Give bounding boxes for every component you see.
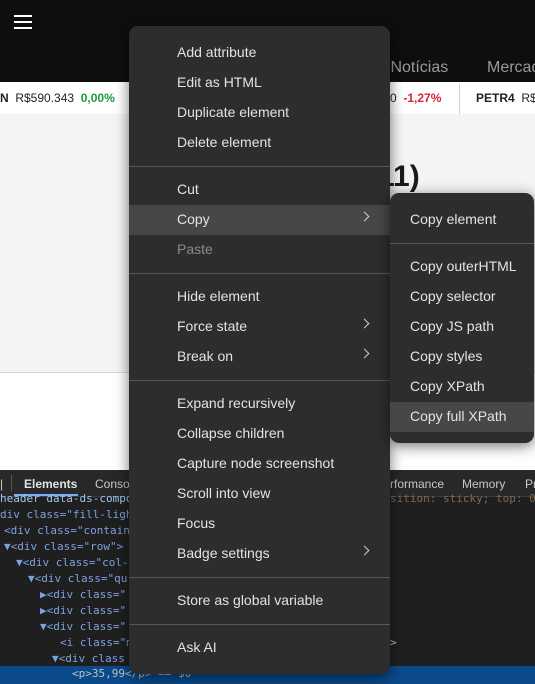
- menu-item-badge-settings[interactable]: Badge settings: [129, 539, 390, 569]
- ticker-item[interactable]: 0 -1,27%: [390, 91, 441, 105]
- menu-item-ask-ai[interactable]: Ask AI: [129, 633, 390, 663]
- menu-separator: [129, 624, 390, 625]
- menu-separator: [129, 577, 390, 578]
- dom-line[interactable]: div class="fill-ligh: [0, 508, 132, 521]
- dom-fragment: >: [390, 636, 397, 649]
- menu-item-store-as-global-variable[interactable]: Store as global variable: [129, 586, 390, 616]
- menu-item-duplicate-element[interactable]: Duplicate element: [129, 98, 390, 128]
- dom-line[interactable]: ▼<div class="col-: [16, 556, 129, 569]
- tab-more[interactable]: Pr: [525, 477, 535, 491]
- menu-item-force-state[interactable]: Force state: [129, 312, 390, 342]
- menu-item-delete-element[interactable]: Delete element: [129, 128, 390, 158]
- menu-item-cut[interactable]: Cut: [129, 175, 390, 205]
- tab-memory[interactable]: Memory: [462, 477, 505, 491]
- tab-partial[interactable]: |: [0, 477, 3, 491]
- submenu-item-copy-element[interactable]: Copy element: [390, 205, 534, 235]
- chevron-right-icon: [359, 348, 370, 359]
- submenu-item-copy-styles[interactable]: Copy styles: [390, 342, 534, 372]
- ticker-item[interactable]: N R$590.343 0,00%: [0, 91, 115, 105]
- menu-item-edit-as-html[interactable]: Edit as HTML: [129, 68, 390, 98]
- copy-submenu: Copy element Copy outerHTML Copy selecto…: [390, 193, 534, 443]
- menu-separator: [129, 273, 390, 274]
- hamburger-menu-icon[interactable]: [14, 15, 32, 29]
- dom-line[interactable]: ▼<div class="qu: [28, 572, 127, 585]
- dom-line[interactable]: ▶<div class=": [40, 604, 126, 617]
- tab-performance[interactable]: rformance: [390, 477, 444, 491]
- styles-fragment: sition: sticky; top: 0p: [390, 492, 535, 505]
- chevron-right-icon: [359, 545, 370, 556]
- menu-item-break-on[interactable]: Break on: [129, 342, 390, 372]
- submenu-item-copy-outerhtml[interactable]: Copy outerHTML: [390, 252, 534, 282]
- context-menu: Add attribute Edit as HTML Duplicate ele…: [129, 26, 390, 674]
- nav-link-mercado[interactable]: Mercad: [487, 59, 535, 77]
- menu-item-hide-element[interactable]: Hide element: [129, 282, 390, 312]
- menu-separator: [129, 166, 390, 167]
- tab-elements[interactable]: Elements: [24, 477, 77, 491]
- menu-item-collapse-children[interactable]: Collapse children: [129, 419, 390, 449]
- menu-item-copy[interactable]: Copy: [129, 205, 390, 235]
- menu-item-expand-recursively[interactable]: Expand recursively: [129, 389, 390, 419]
- tab-separator: [11, 475, 12, 491]
- menu-item-capture-node-screenshot[interactable]: Capture node screenshot: [129, 449, 390, 479]
- dom-line[interactable]: <i class="m: [60, 636, 133, 649]
- dom-line[interactable]: ▼<div class=": [40, 620, 126, 633]
- submenu-item-copy-selector[interactable]: Copy selector: [390, 282, 534, 312]
- ticker-item[interactable]: PETR4 R$: [476, 91, 535, 105]
- dom-line[interactable]: header data-ds-compo: [0, 492, 132, 505]
- dom-line[interactable]: ▼<div class="row">: [4, 540, 123, 553]
- dom-line[interactable]: <div class="containe: [4, 524, 136, 537]
- chevron-right-icon: [359, 211, 370, 222]
- menu-item-focus[interactable]: Focus: [129, 509, 390, 539]
- chevron-right-icon: [359, 318, 370, 329]
- menu-separator: [129, 380, 390, 381]
- menu-item-add-attribute[interactable]: Add attribute: [129, 38, 390, 68]
- submenu-item-copy-js-path[interactable]: Copy JS path: [390, 312, 534, 342]
- submenu-item-copy-full-xpath[interactable]: Copy full XPath: [390, 402, 534, 432]
- ticker-divider: [459, 84, 460, 114]
- menu-item-paste: Paste: [177, 241, 213, 257]
- menu-separator: [390, 243, 534, 244]
- tab-console[interactable]: Conso: [95, 477, 130, 491]
- dom-line[interactable]: ▼<div class: [52, 652, 125, 665]
- submenu-item-copy-xpath[interactable]: Copy XPath: [390, 372, 534, 402]
- dom-line[interactable]: ▶<div class=": [40, 588, 126, 601]
- menu-item-scroll-into-view[interactable]: Scroll into view: [129, 479, 390, 509]
